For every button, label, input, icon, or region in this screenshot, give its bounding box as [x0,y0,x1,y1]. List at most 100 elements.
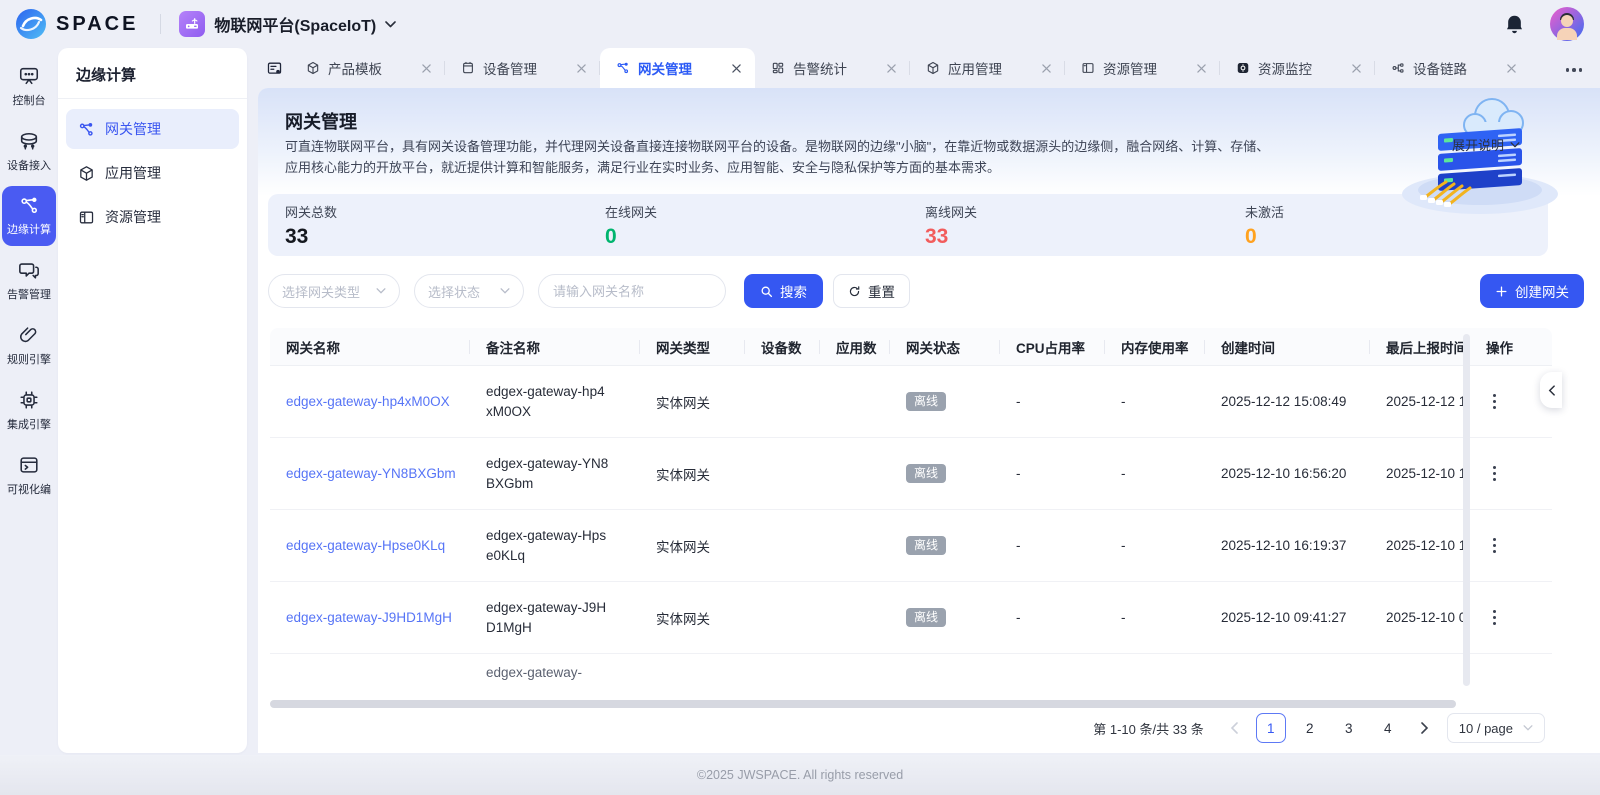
more-tabs-icon[interactable] [1566,68,1583,72]
gateway-stats-bar: 网关总数 33 在线网关 0 离线网关 33 未激活 0 [268,194,1548,256]
row-actions-cell [1470,466,1540,481]
page-number-1[interactable]: 1 [1256,713,1286,743]
row-actions-cell [1470,538,1540,553]
tab-resource-management[interactable]: 资源管理 [1065,48,1220,88]
notification-bell-icon[interactable] [1505,14,1524,35]
create-gateway-button[interactable]: 创建网关 [1480,274,1584,308]
prev-page-icon[interactable] [1221,713,1247,743]
alarm-management-icon [18,259,40,281]
app-switcher[interactable]: 物联网平台(SpaceIoT) [179,11,396,37]
tab-app-management[interactable]: 应用管理 [910,48,1065,88]
row-actions-icon[interactable] [1486,466,1502,481]
gateway-name-link[interactable]: edgex-gateway-YN8BXGbm [270,466,470,481]
created-time: 2025-12-10 16:19:37 [1205,538,1370,553]
gateway-type: 实体网关 [640,392,745,412]
cube-icon [926,61,940,75]
sidebar-item-edge-computing[interactable]: 边缘计算 [2,186,56,246]
tab-device-management[interactable]: 设备管理 [445,48,600,88]
gateway-status-cell: 离线 [890,464,1000,483]
tab-product-template[interactable]: 产品模板 [290,48,445,88]
gateway-name-link[interactable]: edgex-gateway-Hpse0KLq [270,538,470,553]
chevron-down-icon [1510,142,1520,148]
gateway-status-select[interactable]: 选择状态 [414,274,524,308]
table-header: 网关名称 备注名称 网关类型 设备数 应用数 网关状态 CPU占用率 内存使用率… [270,328,1552,366]
collapse-panel-handle[interactable] [1540,372,1562,408]
monitor-icon [1236,61,1250,75]
status-badge: 离线 [906,608,946,627]
row-actions-icon[interactable] [1486,610,1502,625]
gateway-type-select[interactable]: 选择网关类型 [268,274,400,308]
close-tab-icon[interactable] [1352,64,1361,73]
submenu-item-gateway-management[interactable]: 网关管理 [66,109,239,149]
reset-button[interactable]: 重置 [833,274,910,308]
gateway-name-link[interactable]: edgex-gateway-hp4xM0OX [270,394,470,409]
sidebar-item-console[interactable]: 控制台 [2,56,56,117]
page-number-2[interactable]: 2 [1295,713,1325,743]
expand-description-toggle[interactable]: 展开说明 [1452,135,1520,154]
tabs-panel-icon[interactable] [266,60,283,77]
close-tab-icon[interactable] [422,64,431,73]
primary-sidebar: 控制台 设备接入 边缘计算 告警管理 规则引擎 集成引擎 可视化编 [0,48,58,795]
gateway-remark: edgex-gateway-hp4xM0OX [470,382,610,422]
sidebar-item-device-access[interactable]: 设备接入 [2,121,56,182]
brand-logo: SPACE [16,9,138,39]
tab-alarm-statistics[interactable]: 告警统计 [755,48,910,88]
submenu-title: 边缘计算 [58,48,247,99]
table-row: edgex-gateway-J9HD1MgH edgex-gateway-J9H… [270,582,1552,654]
gateway-name-input[interactable] [538,274,726,308]
close-tab-icon[interactable] [577,64,586,73]
row-actions-icon[interactable] [1486,394,1502,409]
search-button[interactable]: 搜索 [744,274,823,308]
tabs: 产品模板 设备管理 网关管理 告警统计 应用管理 [290,48,1530,88]
cube-icon [78,165,95,182]
page-number-4[interactable]: 4 [1373,713,1403,743]
page-number-3[interactable]: 3 [1334,713,1364,743]
table-row: edgex-gateway-hp4xM0OX edgex-gateway-hp4… [270,366,1552,438]
row-actions-icon[interactable] [1486,538,1502,553]
cpu-usage: - [1000,610,1105,625]
close-tab-icon[interactable] [887,64,896,73]
gateway-name-link[interactable]: edgex-gateway-J9HD1MgH [270,610,470,625]
stat-online-gateways: 在线网关 0 [588,202,908,249]
close-tab-icon[interactable] [1042,64,1051,73]
page-size-select[interactable]: 10 / page [1447,713,1545,743]
sidebar-item-visualization[interactable]: 可视化编 [2,445,56,506]
sidebar-item-rule-engine[interactable]: 规则引擎 [2,315,56,376]
stat-inactive-gateways: 未激活 0 [1228,202,1548,249]
memory-usage: - [1105,394,1205,409]
main-content: 网关管理 可直连物联网平台，具有网关设备管理功能，并代理网关设备直接连接物联网平… [258,88,1600,753]
chevron-down-icon [385,21,396,28]
horizontal-scrollbar[interactable] [270,700,1456,708]
edge-computing-icon [19,195,40,216]
gateway-remark: edgex-gateway- [470,663,610,683]
submenu-item-resource-management[interactable]: 资源管理 [66,197,239,237]
tab-gateway-management[interactable]: 网关管理 [600,48,755,88]
close-tab-icon[interactable] [1507,64,1516,73]
logo-text: SPACE [56,13,138,36]
header-actions [1505,7,1584,41]
gateway-icon [616,61,630,75]
table-row: edgex-gateway-Hpse0KLq edgex-gateway-Hps… [270,510,1552,582]
cube-icon [306,61,320,75]
sidebar-item-integration-engine[interactable]: 集成引擎 [2,380,56,441]
close-tab-icon[interactable] [1197,64,1206,73]
device-link-icon [1391,61,1405,75]
sidebar-item-alarm-management[interactable]: 告警管理 [2,250,56,311]
submenu-item-app-management[interactable]: 应用管理 [66,153,239,193]
next-page-icon[interactable] [1412,713,1438,743]
row-actions-cell [1470,394,1540,409]
submenu-item-label: 应用管理 [105,163,161,183]
gateway-remark: edgex-gateway-J9HD1MgH [470,598,610,638]
submenu-item-label: 网关管理 [105,119,161,139]
gateway-type: 实体网关 [640,536,745,556]
close-tab-icon[interactable] [732,64,741,73]
user-avatar[interactable] [1550,7,1584,41]
tab-resource-monitoring[interactable]: 资源监控 [1220,48,1375,88]
memory-usage: - [1105,538,1205,553]
gateway-table: 网关名称 备注名称 网关类型 设备数 应用数 网关状态 CPU占用率 内存使用率… [270,328,1552,691]
memory-usage: - [1105,466,1205,481]
pagination-total: 第 1-10 条/共 33 条 [1093,719,1204,738]
vertical-scrollbar[interactable] [1463,334,1470,686]
cpu-usage: - [1000,466,1105,481]
tab-device-link[interactable]: 设备链路 [1375,48,1530,88]
